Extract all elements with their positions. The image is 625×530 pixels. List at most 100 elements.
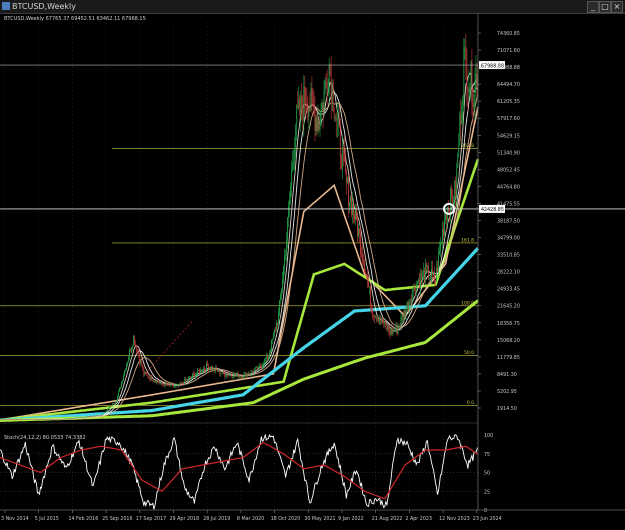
candle-body: [191, 376, 192, 378]
crosshair-price-label: 42428.85: [481, 207, 504, 213]
candle-body: [22, 419, 24, 420]
candle-body: [116, 401, 117, 403]
stochastic-panel: Stoch(24,12,2) 80.0533 74.3382 100 75 50 25…: [0, 433, 493, 514]
candle-body: [332, 82, 334, 111]
candle-body: [20, 419, 22, 421]
candle-body: [196, 373, 197, 375]
candle-body: [288, 206, 290, 218]
candle-body: [428, 278, 430, 279]
candle-body: [25, 419, 27, 420]
candle-body: [277, 323, 278, 325]
price-chart[interactable]: BTCUSD,Weekly 67765.37 69452.51 63462.11…: [0, 13, 625, 530]
candle-body: [453, 201, 455, 204]
candle-body: [281, 289, 282, 295]
candle-body: [320, 110, 322, 127]
candle-body: [301, 95, 303, 110]
candle-body: [19, 419, 21, 420]
candle-body: [131, 347, 133, 352]
window-title-bar[interactable]: BTCUSD,Weekly _ □ ×: [0, 0, 625, 14]
candle-body: [360, 233, 361, 254]
candlesticks: [0, 33, 479, 421]
candle-body: [245, 372, 247, 377]
candle-body: [326, 82, 328, 94]
candle-body: [102, 412, 104, 414]
candle-body: [34, 419, 35, 420]
candle-body: [44, 419, 45, 420]
candle-body: [459, 113, 461, 145]
candle-body: [126, 364, 127, 370]
candle-body: [23, 419, 25, 420]
candle-body: [153, 381, 155, 382]
candle-body: [12, 419, 14, 420]
candle-body: [454, 180, 456, 202]
candle-body: [262, 364, 264, 366]
candle-body: [275, 329, 276, 331]
candle-body: [80, 417, 82, 418]
candle-body: [185, 379, 187, 381]
candle-body: [37, 419, 38, 420]
candle-body: [393, 329, 395, 332]
candle-body: [237, 372, 239, 378]
candle-body: [165, 383, 167, 385]
candle-body: [285, 255, 286, 257]
candle-body: [166, 384, 168, 386]
candle-body: [339, 126, 341, 158]
candle-body: [424, 263, 426, 281]
candle-body: [401, 315, 403, 317]
candle-body: [370, 286, 372, 306]
candle-body: [132, 345, 134, 348]
candle-body: [384, 320, 386, 324]
candle-body: [298, 99, 300, 109]
candle-body: [178, 383, 180, 386]
candle-body: [211, 367, 213, 370]
ma-line-2: [0, 247, 480, 422]
candle-body: [307, 108, 309, 118]
candle-body: [363, 261, 364, 263]
candle-body: [1, 419, 3, 421]
candle-body: [444, 219, 445, 235]
candle-body: [425, 263, 427, 268]
time-tick-label: 5 Jul 2015: [35, 516, 59, 522]
time-tick-label: 29 Apr 2018: [170, 516, 200, 522]
candle-body: [32, 419, 33, 420]
candle-body: [233, 373, 235, 378]
candle-body: [235, 374, 237, 376]
candle-body: [389, 331, 391, 335]
candle-body: [208, 365, 210, 370]
candle-body: [21, 419, 23, 420]
price-tick-label: 33510.85: [497, 253, 520, 259]
short-ma-1: [0, 79, 479, 420]
candle-body: [172, 384, 174, 387]
candle-body: [205, 369, 206, 371]
chart-window: BTCUSD,Weekly _ □ × BTCUSD,Weekly 67765.…: [0, 0, 625, 530]
minimize-button[interactable]: _: [587, 1, 599, 13]
maximize-button[interactable]: □: [599, 1, 611, 13]
moving-averages: [0, 72, 480, 422]
candle-body: [379, 319, 381, 323]
candle-body: [323, 90, 325, 111]
candle-body: [230, 374, 232, 376]
candle-body: [417, 280, 419, 284]
price-tick-label: 11779.85: [497, 355, 520, 361]
candle-body: [264, 358, 266, 360]
candle-body: [68, 418, 70, 420]
candle-body: [469, 86, 471, 89]
candle-body: [161, 381, 163, 385]
candle-body: [110, 405, 112, 407]
time-tick-label: 30 May 2021: [304, 516, 335, 522]
candle-body: [402, 315, 404, 320]
candle-body: [122, 380, 123, 382]
candle-body: [358, 228, 359, 236]
candle-body: [330, 74, 332, 101]
candle-body: [4, 419, 6, 421]
candle-body: [255, 366, 257, 368]
candle-body: [260, 366, 262, 368]
candle-body: [71, 418, 73, 419]
candle-body: [41, 419, 42, 420]
close-button[interactable]: ×: [611, 1, 623, 13]
candle-body: [451, 188, 453, 196]
candle-body: [392, 329, 394, 334]
candle-body: [396, 325, 398, 334]
candle-body: [209, 367, 211, 370]
candle-body: [452, 195, 454, 204]
